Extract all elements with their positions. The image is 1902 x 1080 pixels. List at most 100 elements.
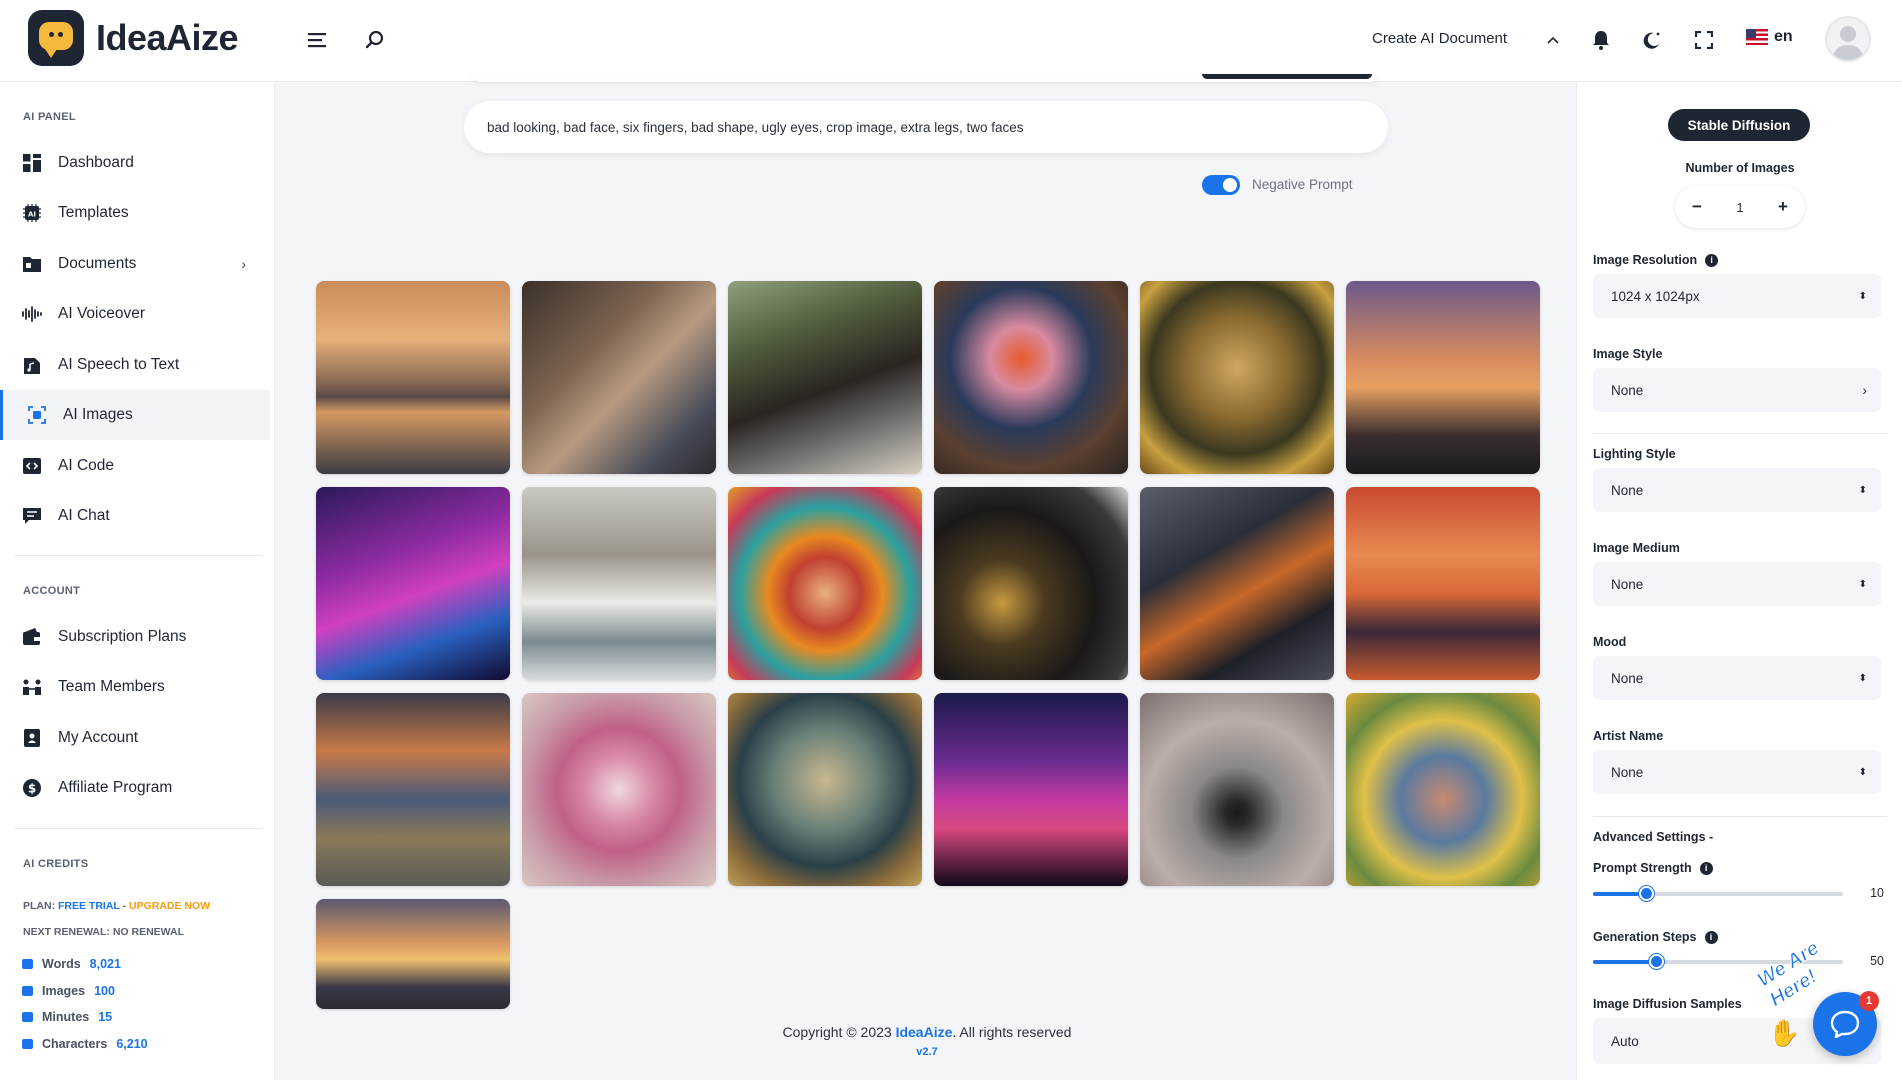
mood-value: None [1611,670,1644,686]
sort-arrows-icon: ⬍ [1858,766,1867,778]
sort-arrows-icon: ⬍ [1858,578,1867,590]
search-icon[interactable] [361,26,389,54]
dark-mode-icon[interactable] [1638,26,1666,54]
gallery-image[interactable] [316,899,510,1009]
slider-fill [1593,960,1656,964]
svg-text:$: $ [28,782,36,796]
footer-brand-link[interactable]: IdeaAize [896,1024,953,1040]
brand-logo[interactable]: IdeaAize [28,10,239,66]
gallery-image[interactable] [1140,487,1334,680]
image-style-select[interactable]: None › [1593,368,1881,412]
sidebar-item-dashboard[interactable]: Dashboard [0,138,270,188]
images-icon [22,986,33,996]
chevron-up-icon[interactable] [1539,26,1567,54]
sidebar-item-ai-code[interactable]: AI Code [0,441,270,491]
language-selector[interactable]: en [1746,28,1793,46]
gallery-image[interactable] [522,487,716,680]
advanced-settings-toggle[interactable]: Advanced Settings - [1593,830,1713,844]
sidebar-item-ai-speech-to-text[interactable]: AI Speech to Text [0,340,270,390]
gallery-image[interactable] [934,281,1128,474]
sidebar-divider [14,555,262,556]
image-resolution-text: Image Resolution [1593,253,1698,267]
sidebar-item-team-members[interactable]: Team Members [0,662,270,712]
image-scan-icon [27,405,47,425]
gallery-image[interactable] [316,281,510,474]
credit-value: 15 [98,1010,113,1024]
lighting-style-label: Lighting Style [1593,447,1676,461]
menu-toggle-icon[interactable] [304,26,332,54]
lighting-style-select[interactable]: None ⬍ [1593,468,1881,512]
sidebar-item-ai-chat[interactable]: AI Chat [0,491,270,541]
gallery-image[interactable] [934,693,1128,886]
wallet-icon [22,627,42,647]
create-ai-document-label: Create AI Document [1372,30,1508,47]
sidebar-divider [14,828,262,829]
number-of-images-value[interactable]: 1 [1736,200,1743,215]
credit-value: 100 [94,984,115,998]
stable-diffusion-button[interactable]: Stable Diffusion [1668,109,1810,141]
image-medium-select[interactable]: None ⬍ [1593,562,1881,606]
sidebar-item-label: Subscription Plans [58,628,187,645]
sort-arrows-icon: ⬍ [1858,672,1867,684]
upgrade-now-link[interactable]: UPGRADE NOW [129,900,210,912]
artist-name-select[interactable]: None ⬍ [1593,750,1881,794]
info-icon[interactable]: i [1705,253,1719,267]
user-avatar[interactable] [1825,16,1871,62]
gallery-image[interactable] [1346,487,1540,680]
sidebar-item-my-account[interactable]: My Account [0,713,270,763]
gallery-image[interactable] [522,281,716,474]
sidebar-item-ai-voiceover[interactable]: AI Voiceover [0,289,270,339]
generation-steps-value: 50 [1870,954,1884,968]
credit-label: Words [42,957,81,971]
sidebar-item-affiliate-program[interactable]: $ Affiliate Program [0,763,270,813]
sidebar-item-label: AI Voiceover [58,305,146,322]
image-resolution-value: 1024 x 1024px [1611,288,1700,304]
bell-icon[interactable] [1587,26,1615,54]
gallery-image[interactable] [522,693,716,886]
image-resolution-select[interactable]: 1024 x 1024px ⬍ [1593,274,1881,318]
mood-select[interactable]: None ⬍ [1593,656,1881,700]
folder-icon [22,254,42,274]
gallery-image[interactable] [1346,693,1540,886]
image-diffusion-samples-value: Auto [1611,1033,1639,1049]
slider-handle[interactable] [1638,886,1654,901]
plan-line: PLAN: FREE TRIAL - UPGRADE NOW [23,900,210,912]
gallery-image[interactable] [934,487,1128,680]
footer-suffix: . All rights reserved [952,1024,1072,1040]
decrement-button[interactable]: − [1685,195,1709,219]
artist-name-value: None [1611,764,1644,780]
footer-copyright: Copyright © 2023 IdeaAize. All rights re… [316,1024,1538,1040]
sidebar-item-templates[interactable]: AI Templates [0,188,270,238]
fullscreen-icon[interactable] [1690,26,1718,54]
gallery-image[interactable] [1140,281,1334,474]
plan-name: FREE TRIAL [58,900,120,912]
us-flag-icon [1746,29,1768,45]
gallery-image[interactable] [728,693,922,886]
generate-button-edge[interactable] [1202,74,1372,79]
audio-file-icon [22,355,42,375]
increment-button[interactable]: + [1771,195,1795,219]
negative-prompt-toggle[interactable] [1202,175,1240,195]
prompt-strength-slider[interactable] [1593,886,1843,901]
negative-prompt-input[interactable]: bad looking, bad face, six fingers, bad … [464,101,1388,153]
slider-handle[interactable] [1648,954,1664,969]
panel-divider [1593,816,1887,817]
credit-label: Images [42,984,86,998]
sidebar-item-subscription-plans[interactable]: Subscription Plans [0,612,270,662]
gallery-image[interactable] [316,693,510,886]
ai-panel-title: AI PANEL [23,111,76,123]
negative-prompt-text: bad looking, bad face, six fingers, bad … [487,119,1024,135]
sidebar-item-documents[interactable]: Documents › [0,239,270,289]
gallery-image[interactable] [728,281,922,474]
gallery-image[interactable] [1346,281,1540,474]
account-title: ACCOUNT [23,585,81,597]
credit-characters: Characters 6,210 [22,1037,148,1051]
gallery-image[interactable] [1140,693,1334,886]
info-icon[interactable]: i [1699,861,1713,875]
sidebar-item-ai-images[interactable]: AI Images [0,390,270,440]
create-ai-document-menu[interactable]: Create AI Document [1372,30,1507,47]
gallery-image[interactable] [316,487,510,680]
dollar-icon: $ [22,778,42,798]
info-icon[interactable]: i [1704,930,1718,944]
gallery-image[interactable] [728,487,922,680]
